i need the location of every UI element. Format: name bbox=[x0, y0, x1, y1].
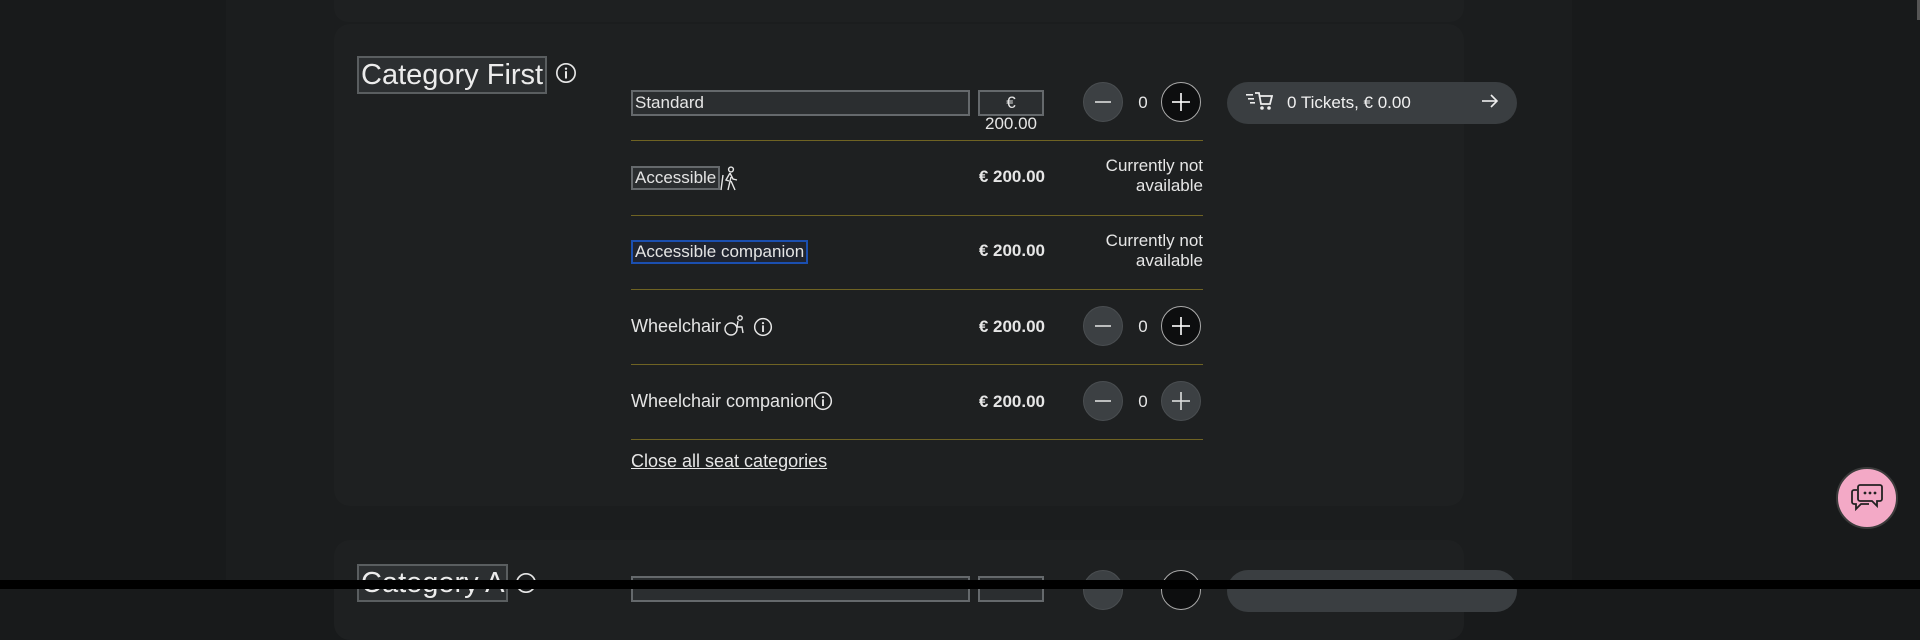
close-all-seat-categories-link[interactable]: Close all seat categories bbox=[631, 451, 827, 472]
bottom-bar bbox=[0, 580, 1920, 589]
accessible-companion-availability: Currently not available bbox=[1105, 231, 1203, 270]
wheelchair-label: Wheelchair bbox=[631, 316, 722, 336]
standard-increase-button[interactable] bbox=[1161, 82, 1201, 122]
wheelchair-companion-info-icon[interactable] bbox=[813, 391, 833, 411]
previous-category-card bbox=[334, 0, 1464, 22]
chat-bubbles-icon bbox=[1850, 481, 1884, 516]
chat-button[interactable] bbox=[1836, 467, 1898, 529]
category-a-decrease-button[interactable] bbox=[1083, 570, 1123, 610]
accessible-availability: Currently not available bbox=[1105, 156, 1203, 195]
accessible-blind-icon bbox=[720, 166, 742, 192]
arrow-right-icon bbox=[1481, 93, 1499, 113]
wheelchair-companion-increase-button[interactable] bbox=[1161, 381, 1201, 421]
wheelchair-decrease-button[interactable] bbox=[1083, 306, 1123, 346]
row-divider bbox=[631, 364, 1203, 365]
accessible-companion-label: Accessible companion bbox=[631, 240, 809, 264]
wheelchair-companion-price: € 200.00 bbox=[978, 392, 1045, 411]
wheelchair-price: € 200.00 bbox=[978, 317, 1045, 336]
wheelchair-icon bbox=[723, 315, 745, 337]
fast-cart-icon bbox=[1245, 90, 1274, 117]
wheelchair-increase-button[interactable] bbox=[1161, 306, 1201, 346]
category-a-increase-button[interactable] bbox=[1161, 570, 1201, 610]
row-divider bbox=[631, 215, 1203, 216]
wheelchair-info-icon[interactable] bbox=[753, 317, 773, 337]
row-divider bbox=[631, 439, 1203, 440]
standard-decrease-button[interactable] bbox=[1083, 82, 1123, 122]
accessible-companion-price: € 200.00 bbox=[978, 241, 1045, 260]
accessible-price: € 200.00 bbox=[978, 167, 1045, 186]
wheelchair-companion-decrease-button[interactable] bbox=[1083, 381, 1123, 421]
wheelchair-companion-quantity: 0 bbox=[1138, 392, 1148, 411]
row-divider bbox=[631, 140, 1203, 141]
standard-quantity: 0 bbox=[1138, 93, 1148, 112]
cart-summary-button[interactable]: 0 Tickets, € 0.00 bbox=[1227, 82, 1517, 124]
accessible-label: Accessible bbox=[631, 166, 721, 190]
wheelchair-companion-label: Wheelchair companion bbox=[631, 391, 815, 411]
cart-summary-label: 0 Tickets, € 0.00 bbox=[1287, 93, 1411, 112]
row-divider bbox=[631, 289, 1203, 290]
wheelchair-quantity: 0 bbox=[1138, 317, 1148, 336]
category-a-cart-button[interactable] bbox=[1227, 570, 1517, 612]
ticket-type-select[interactable]: Standard bbox=[631, 90, 970, 116]
category-first-title: Category First bbox=[357, 56, 548, 94]
standard-price: € 200.00 bbox=[978, 90, 1044, 133]
info-icon[interactable] bbox=[555, 62, 577, 84]
